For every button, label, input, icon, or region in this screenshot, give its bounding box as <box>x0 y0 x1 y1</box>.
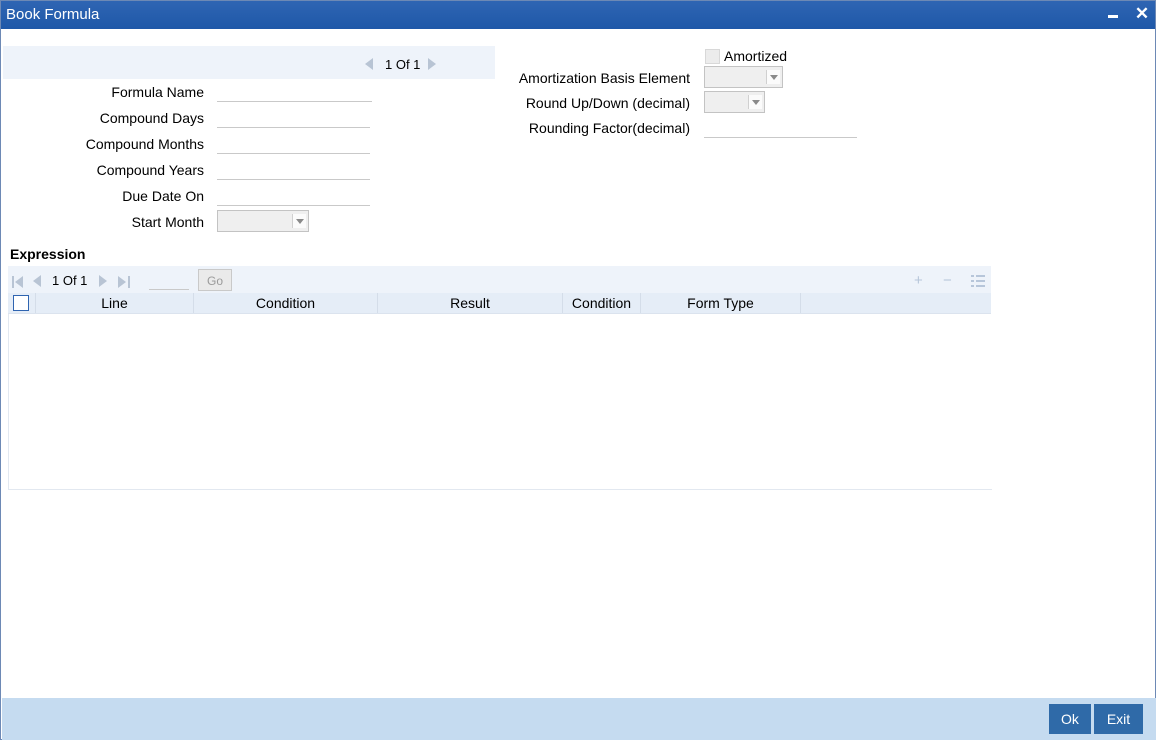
go-button[interactable]: Go <box>198 269 232 291</box>
column-header-condition-2[interactable]: Condition <box>563 293 641 313</box>
due-date-on-input[interactable] <box>217 186 370 206</box>
select-all-checkbox[interactable] <box>13 295 29 311</box>
amortized-label: Amortized <box>724 48 788 64</box>
expression-heading: Expression <box>10 246 86 262</box>
ok-button[interactable]: Ok <box>1049 704 1091 734</box>
column-header-result[interactable]: Result <box>378 293 563 313</box>
rounding-factor-label: Rounding Factor(decimal) <box>528 120 690 136</box>
compound-months-label: Compound Months <box>85 136 204 152</box>
column-header-condition[interactable]: Condition <box>194 293 378 313</box>
chevron-down-icon[interactable] <box>766 70 780 84</box>
round-up-down-select[interactable] <box>704 91 765 113</box>
formula-name-label: Formula Name <box>111 84 204 100</box>
expression-grid-header: Line Condition Result Condition Form Typ… <box>8 293 991 314</box>
rounding-factor-input[interactable] <box>704 118 857 138</box>
column-header-line[interactable]: Line <box>36 293 194 313</box>
amortized-checkbox[interactable] <box>705 49 720 64</box>
window-title: Book Formula <box>6 6 100 23</box>
start-month-label: Start Month <box>131 214 204 230</box>
minimize-icon[interactable] <box>1105 5 1123 23</box>
record-pager-text: 1 Of 1 <box>385 57 421 72</box>
first-page-icon[interactable] <box>12 275 24 288</box>
last-page-icon[interactable] <box>118 275 130 288</box>
amortization-basis-element-select[interactable] <box>704 66 783 88</box>
exit-button[interactable]: Exit <box>1094 704 1143 734</box>
compound-days-label: Compound Days <box>99 110 204 126</box>
start-month-select[interactable] <box>217 210 309 232</box>
next-record-icon[interactable] <box>428 58 436 70</box>
chevron-down-icon[interactable] <box>292 214 306 228</box>
compound-months-input[interactable] <box>217 134 370 154</box>
compound-years-input[interactable] <box>217 160 370 180</box>
amortization-basis-element-label: Amortization Basis Element <box>518 70 690 86</box>
title-bar[interactable]: Book Formula ✕ <box>1 1 1155 29</box>
page-number-input[interactable] <box>149 272 189 290</box>
expression-grid-body <box>8 314 992 490</box>
book-formula-window: Book Formula ✕ 1 Of 1 Formula Name Compo… <box>0 0 1156 740</box>
add-row-icon[interactable]: + <box>914 273 923 288</box>
previous-record-icon[interactable] <box>365 58 373 70</box>
previous-page-icon[interactable] <box>33 275 41 287</box>
delete-row-icon[interactable]: − <box>943 273 952 288</box>
next-page-icon[interactable] <box>99 275 107 287</box>
due-date-on-label: Due Date On <box>122 188 204 204</box>
round-up-down-label: Round Up/Down (decimal) <box>525 95 690 111</box>
chevron-down-icon[interactable] <box>748 95 762 109</box>
compound-years-label: Compound Years <box>96 162 204 178</box>
compound-days-input[interactable] <box>217 108 370 128</box>
column-header-form-type[interactable]: Form Type <box>641 293 801 313</box>
formula-name-input[interactable] <box>217 82 372 102</box>
grid-pager-text: 1 Of 1 <box>52 273 88 288</box>
footer-bar <box>2 698 1156 740</box>
close-icon[interactable]: ✕ <box>1133 5 1151 23</box>
single-view-icon[interactable] <box>971 275 985 290</box>
record-navigation <box>3 46 495 79</box>
select-all-column <box>8 293 36 313</box>
